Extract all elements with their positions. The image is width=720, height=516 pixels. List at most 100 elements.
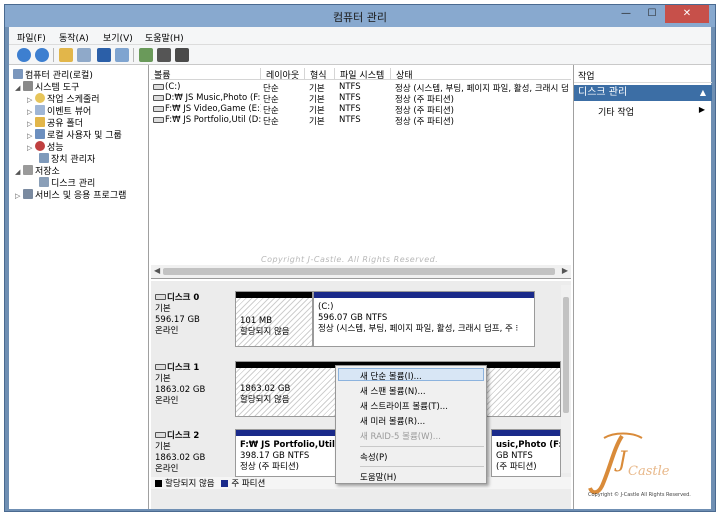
export-list-icon[interactable] — [175, 48, 189, 62]
help-icon[interactable] — [97, 48, 111, 62]
menu-separator — [360, 466, 484, 467]
menu-new-mirrored-volume[interactable]: 새 미러 볼륨(R)... — [360, 415, 425, 427]
menu-new-striped-volume[interactable]: 새 스트라이프 볼륨(T)... — [360, 400, 448, 412]
disk-icon — [155, 432, 166, 438]
volume-cell: NTFS — [339, 82, 361, 92]
collapse-up-icon[interactable]: ▲ — [700, 85, 706, 101]
disk-0-partition-c[interactable]: (C:) 596.07 GB NTFS 정상 (시스템, 부팅, 페이지 파일,… — [313, 291, 535, 347]
tree-item-root[interactable]: 컴퓨터 관리(로컬) — [13, 69, 93, 81]
drive-icon — [153, 95, 164, 101]
navigation-tree: 컴퓨터 관리(로컬) ◢ 시스템 도구 ▷ 작업 스케줄러 ▷ 이벤트 뷰어 ▷ 공유 … — [9, 65, 149, 509]
column-volume[interactable]: 볼륨 — [151, 68, 261, 81]
tree-item-storage[interactable]: ◢ 저장소 — [15, 165, 60, 177]
menu-view[interactable]: 보기(V) — [103, 31, 133, 44]
menu-action[interactable]: 동작(A) — [59, 31, 89, 44]
menu-new-spanned-volume[interactable]: 새 스팬 볼륨(N)... — [360, 385, 426, 397]
drive-icon — [153, 84, 164, 90]
close-button[interactable]: ✕ — [665, 5, 709, 23]
tree-item-event-viewer[interactable]: ▷ 이벤트 뷰어 — [27, 105, 91, 117]
disk-0-info[interactable]: 디스크 0 기본 596.17 GB 온라인 — [155, 293, 231, 337]
scroll-right-icon[interactable]: ▶ — [562, 266, 568, 275]
tree-item-system-tools[interactable]: ◢ 시스템 도구 — [15, 81, 79, 93]
drive-icon — [153, 117, 164, 123]
tree-item-services[interactable]: ▷ 서비스 및 응용 프로그램 — [15, 189, 126, 201]
collapse-icon[interactable]: ▷ — [15, 190, 23, 202]
title-bar: 컴퓨터 관리 — ☐ ✕ — [5, 5, 715, 27]
tools-icon — [23, 81, 33, 91]
column-type[interactable]: 형식 — [307, 68, 335, 81]
volume-cell: (C:) — [165, 82, 181, 92]
watermark: Copyright J-Castle. All Rights Reserved. — [261, 255, 439, 264]
up-folder-icon[interactable] — [59, 48, 73, 62]
disk-1-info[interactable]: 디스크 1 기본 1863.02 GB 온라인 — [155, 363, 231, 407]
context-menu: 새 단순 볼륨(I)... 새 스팬 볼륨(N)... 새 스트라이프 볼륨(T… — [335, 365, 487, 484]
tree-item-shared-folders[interactable]: ▷ 공유 폴더 — [27, 117, 83, 129]
window-controls: — ☐ ✕ — [613, 5, 709, 23]
properties-icon[interactable] — [157, 48, 171, 62]
horizontal-scrollbar[interactable]: ◀ ▶ — [151, 265, 571, 278]
shared-folder-icon — [35, 117, 45, 127]
logo-copyright: Copyright © J-Castle All Rights Reserved… — [588, 492, 691, 498]
scroll-left-icon[interactable]: ◀ — [154, 266, 160, 275]
jcastle-logo: J Castle Copyright © J-Castle All Rights… — [584, 428, 708, 506]
disk-2-info[interactable]: 디스크 2 기본 1863.02 GB 온라인 — [155, 431, 231, 475]
disk-icon — [155, 364, 166, 370]
tree-item-device-manager[interactable]: 장치 관리자 — [39, 153, 95, 165]
collapse-icon[interactable]: ▷ — [27, 142, 35, 154]
menu-file[interactable]: 파일(F) — [17, 31, 46, 44]
tree-item-disk-management[interactable]: 디스크 관리 — [39, 177, 95, 189]
volume-row[interactable]: F:₩ JS Video,Game (E:) 단순 기본 NTFS 정상 (주 파티션) — [151, 104, 571, 116]
toolbar — [9, 45, 711, 65]
tree-item-performance[interactable]: ▷ 성능 — [27, 141, 64, 153]
volume-cell: NTFS — [339, 104, 361, 114]
menu-properties[interactable]: 속성(P) — [360, 451, 387, 463]
maximize-button[interactable]: ☐ — [639, 5, 665, 23]
volume-row[interactable]: D:₩ JS Music,Photo (F:) 단순 기본 NTFS 정상 (주 파티션… — [151, 93, 571, 105]
volume-cell: NTFS — [339, 93, 361, 103]
event-viewer-icon — [35, 105, 45, 115]
menu-new-raid5-volume: 새 RAID-5 볼륨(W)... — [360, 432, 441, 442]
disk-management-icon — [39, 177, 49, 187]
volume-cell: 기본 — [309, 117, 325, 127]
disk-2-partition-f[interactable]: usic,Photo (F:) GB NTFS (주 파티션) — [491, 429, 561, 477]
volume-row[interactable]: F:₩ JS Portfolio,Util (D:) 단순 기본 NTFS 정상 (주 … — [151, 115, 571, 127]
scrollbar-thumb[interactable] — [563, 297, 569, 413]
column-file-system[interactable]: 파일 시스템 — [337, 68, 391, 81]
toolbar-separator — [133, 48, 134, 62]
volume-cell: 단순 — [263, 117, 279, 127]
users-icon — [35, 129, 45, 139]
volume-cell: 정상 (주 파티션) — [395, 117, 454, 127]
menu-help[interactable]: 도움말(H) — [145, 31, 184, 44]
actions-section-disk-management[interactable]: 디스크 관리 ▲ — [574, 85, 712, 101]
expand-icon[interactable]: ◢ — [15, 82, 23, 94]
expand-icon[interactable]: ◢ — [15, 166, 23, 178]
show-hide-action-pane-icon[interactable] — [115, 48, 129, 62]
logo-text: Castle — [628, 464, 670, 479]
volume-row[interactable]: (C:) 단순 기본 NTFS 정상 (시스템, 부팅, 페이지 파일, 활성, 크래시… — [151, 82, 571, 94]
submenu-arrow-icon: ▶ — [698, 105, 705, 114]
refresh-icon[interactable] — [139, 48, 153, 62]
clock-icon — [35, 93, 45, 103]
column-status[interactable]: 상태 — [393, 68, 571, 81]
scrollbar-thumb[interactable] — [163, 268, 555, 275]
tree-item-task-scheduler[interactable]: ▷ 작업 스케줄러 — [27, 93, 100, 105]
volume-cell: D:₩ JS Music,Photo (F:) — [165, 93, 261, 103]
column-layout[interactable]: 레이아웃 — [263, 68, 305, 81]
disk-map-scrollbar[interactable] — [561, 285, 571, 473]
actions-header: 작업 — [574, 69, 712, 83]
computer-icon — [13, 69, 23, 79]
drive-icon — [153, 106, 164, 112]
minimize-button[interactable]: — — [613, 5, 639, 23]
disk-0-unallocated[interactable]: 101 MB 할당되지 않음 — [235, 291, 313, 347]
disk-icon — [155, 294, 166, 300]
disk-2-partition-d[interactable]: F:₩ JS Portfolio,Util (D: 398.17 GB NTFS… — [235, 429, 347, 477]
menu-help-item[interactable]: 도움말(H) — [360, 471, 396, 483]
show-hide-tree-icon[interactable] — [77, 48, 91, 62]
volume-list-header: 볼륨 레이아웃 형식 파일 시스템 상태 — [151, 67, 571, 81]
action-more-actions[interactable]: 기타 작업 — [598, 105, 634, 118]
menu-new-simple-volume[interactable]: 새 단순 볼륨(I)... — [360, 370, 422, 382]
unallocated-swatch — [155, 480, 162, 487]
tree-item-local-users[interactable]: ▷ 로컬 사용자 및 그룹 — [27, 129, 122, 141]
back-arrow-icon[interactable] — [17, 48, 31, 62]
forward-arrow-icon[interactable] — [35, 48, 49, 62]
